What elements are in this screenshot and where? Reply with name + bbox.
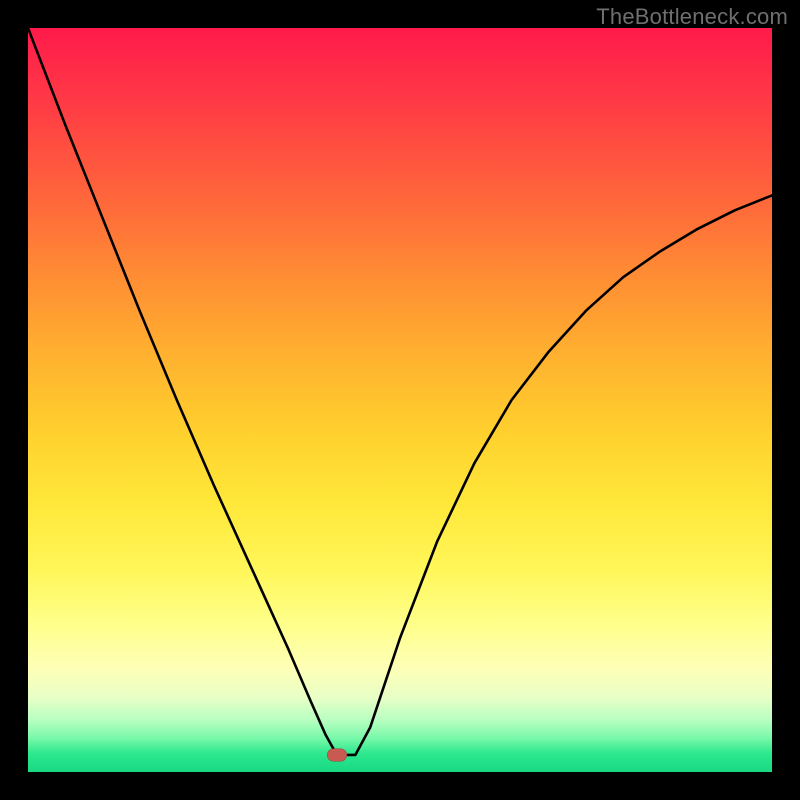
plot-area xyxy=(28,28,772,772)
optimal-point-marker xyxy=(327,748,347,761)
chart-frame: TheBottleneck.com xyxy=(0,0,800,800)
bottleneck-curve xyxy=(28,28,772,772)
watermark-text: TheBottleneck.com xyxy=(596,4,788,30)
